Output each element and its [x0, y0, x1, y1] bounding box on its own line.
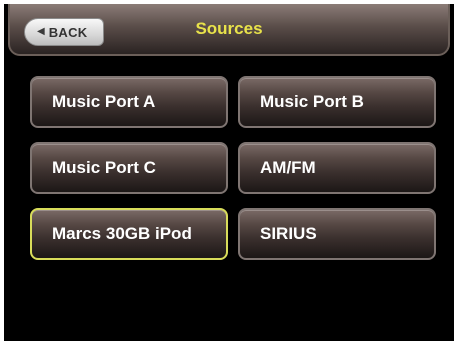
source-button-am-fm[interactable]: AM/FM — [238, 142, 436, 194]
source-button-music-port-c[interactable]: Music Port C — [30, 142, 228, 194]
source-button-sirius[interactable]: SIRIUS — [238, 208, 436, 260]
source-button-music-port-b[interactable]: Music Port B — [238, 76, 436, 128]
source-button-music-port-a[interactable]: Music Port A — [30, 76, 228, 128]
source-button-ipod[interactable]: Marcs 30GB iPod — [30, 208, 228, 260]
sources-screen: ◀ BACK Sources Music Port A Music Port B… — [4, 4, 454, 341]
sources-grid: Music Port A Music Port B Music Port C A… — [4, 4, 454, 341]
